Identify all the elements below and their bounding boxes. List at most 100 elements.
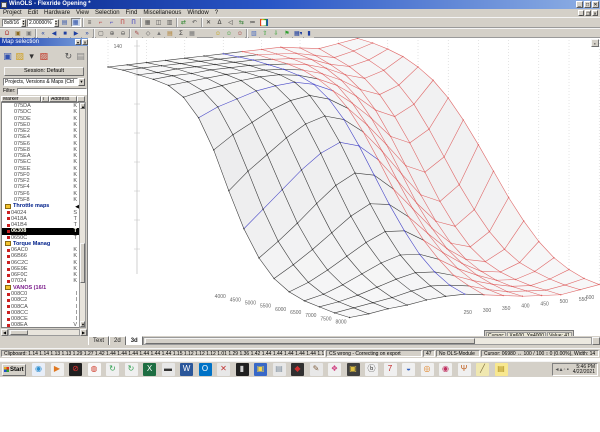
panel-horizontal-scrollbar[interactable]: ◀ ▶	[1, 329, 87, 336]
taskbar-console-icon[interactable]: ▮	[235, 363, 249, 376]
nav-next-button[interactable]: ▶	[71, 28, 81, 38]
tab-2d[interactable]: 2d	[109, 336, 126, 345]
map-2d-red-button[interactable]: ⌐	[95, 18, 106, 27]
chevron-down-icon[interactable]: ▼	[78, 78, 85, 86]
open-folder-button[interactable]: ▨	[14, 49, 26, 63]
scrollbar-thumb[interactable]	[10, 330, 28, 335]
taskbar-wrench-icon[interactable]: ╱	[476, 363, 489, 376]
mdi-close-button[interactable]: ✕	[592, 10, 598, 16]
list-button[interactable]: ≔	[247, 18, 258, 27]
increase-button[interactable]: ⇧	[260, 28, 270, 38]
taskbar-dark-app-icon[interactable]: ◆	[291, 363, 304, 376]
taskbar-media-icon[interactable]: ▶	[50, 363, 64, 376]
mdi-restore-button[interactable]: ❐	[585, 10, 591, 16]
menu-project[interactable]: Project	[0, 10, 25, 16]
taskbar-chrome-icon[interactable]: ◍	[87, 363, 101, 376]
tab-3d[interactable]: 3d	[125, 336, 143, 345]
scroll-left-icon[interactable]: ◀	[1, 329, 8, 336]
small-grid-button[interactable]: ▦	[187, 28, 197, 38]
table-button[interactable]: ▦	[142, 18, 153, 27]
scrollbar-thumb[interactable]	[80, 243, 85, 283]
menu-selection[interactable]: Selection	[92, 10, 123, 16]
scrollbar-thumb[interactable]	[144, 338, 475, 344]
zoom-spinner[interactable]: ▲ ▼	[53, 18, 59, 27]
scope-dropdown[interactable]: Projects, Versions & Maps (Ctrl ▼	[3, 78, 85, 86]
cut-button[interactable]: ✕	[203, 18, 214, 27]
nav-last-button[interactable]: »	[82, 28, 92, 38]
user-yellow-button[interactable]: ☺	[213, 28, 223, 38]
link-maps-button[interactable]: ⇄	[178, 18, 189, 27]
plot-horizontal-scrollbar[interactable]	[142, 337, 592, 345]
compare-button[interactable]: ⇆	[236, 18, 247, 27]
taskbar-outlook-icon[interactable]: O	[198, 363, 212, 376]
taskbar-folder-icon[interactable]: ▣	[254, 363, 267, 376]
taskbar-excel-icon[interactable]: X	[143, 363, 156, 376]
map-3d-view[interactable]: 140 4000 4500 5000 5500 6000 6500 7000 7500 8000 2…	[88, 38, 600, 336]
taskbar-red7-icon[interactable]: 7	[383, 363, 397, 376]
nav-first-button[interactable]: «	[38, 28, 48, 38]
panel-header[interactable]: Map selection ▾ ✕	[0, 38, 88, 46]
map-up-button[interactable]: ▲	[154, 28, 164, 38]
color-scale-button[interactable]: ▆	[258, 18, 269, 27]
select-area-button[interactable]: ▢	[96, 28, 106, 38]
scroll-right-icon[interactable]: ▶	[80, 329, 87, 336]
taskbar-browser-icon[interactable]: ◉	[32, 363, 45, 376]
taskbar-g-multi-icon[interactable]: ◉	[439, 363, 452, 376]
taskbar-sync2-icon[interactable]: ↻	[124, 363, 138, 376]
session-button[interactable]: Session: Default	[4, 67, 84, 76]
filter-input[interactable]	[16, 87, 87, 95]
taskbar-word-icon[interactable]: W	[180, 363, 193, 376]
view-3d-button[interactable]: ▦	[70, 18, 81, 27]
nav-prev-button[interactable]: ◀	[49, 28, 59, 38]
map-2d-blue-button[interactable]: ⌐	[106, 18, 117, 27]
nav-stop-button[interactable]: ■	[60, 28, 70, 38]
pane-split-button[interactable]: ▪	[591, 39, 599, 47]
tray-icon[interactable]: ▪	[567, 364, 569, 376]
minimize-button[interactable]: _	[576, 1, 583, 8]
decrease-button[interactable]: ⇩	[271, 28, 281, 38]
play-left-button[interactable]: ◁	[225, 18, 236, 27]
menu-window[interactable]: Window	[184, 10, 211, 16]
block-button[interactable]: ▮	[304, 28, 314, 38]
edit-folder-button[interactable]: ▤	[74, 49, 87, 63]
taskbar-blue-circle-icon[interactable]: ◒	[402, 363, 415, 376]
tray-icon[interactable]: ◦	[563, 364, 565, 376]
taskbar-tool-icon[interactable]: ▬	[161, 363, 175, 376]
taskbar-notes-icon[interactable]: ▤	[272, 363, 286, 376]
user-red-button[interactable]: ☺	[235, 28, 245, 38]
taskbar-orange-circle-icon[interactable]: ◎	[420, 363, 434, 376]
taskbar-pen-icon[interactable]: ✎	[309, 363, 323, 376]
menu-edit[interactable]: Edit	[25, 10, 41, 16]
palette-button[interactable]: ▧	[249, 28, 259, 38]
taskbar-person-icon[interactable]: Ψ	[457, 363, 471, 376]
zoom-out-button[interactable]: ⊖	[118, 28, 128, 38]
text-view-button[interactable]: ≡	[84, 18, 95, 27]
menu-view[interactable]: View	[73, 10, 92, 16]
map-row[interactable]: 008EA V	[2, 322, 79, 327]
start-button[interactable]: Start	[2, 363, 26, 376]
table-columns-button[interactable]: ◫	[153, 18, 164, 27]
panel-pin-button[interactable]: ▾	[75, 39, 81, 45]
tray-icon[interactable]: ◂	[555, 364, 558, 376]
undo-button[interactable]: ↶	[189, 18, 200, 27]
taskbar-b-circle-icon[interactable]: ⓑ	[365, 363, 378, 376]
checksum-button[interactable]: Ω	[2, 28, 12, 38]
open-folder-drop-button[interactable]: ▾	[26, 49, 38, 63]
map-size-combo[interactable]: 8x8/16 ▲ ▼	[2, 18, 27, 27]
tray-icon[interactable]: ▴	[559, 364, 562, 376]
zoom-in-button[interactable]: ⊕	[107, 28, 117, 38]
scroll-down-icon[interactable]: ▼	[80, 321, 85, 327]
flag-button[interactable]: ⚑	[282, 28, 292, 38]
delta-button[interactable]: Δ	[214, 18, 225, 27]
taskbar-yellow-window-icon[interactable]: ▤	[494, 363, 508, 376]
mdi-minimize-button[interactable]: _	[578, 10, 584, 16]
maximize-button[interactable]: □	[584, 1, 591, 8]
taskbar-sync1-icon[interactable]: ↻	[106, 363, 119, 376]
map-size-spinner[interactable]: ▲ ▼	[21, 18, 27, 27]
menu-miscellaneous[interactable]: Miscellaneous	[140, 10, 184, 16]
user-green-button[interactable]: ☺	[224, 28, 234, 38]
import-folder-button[interactable]: ▨	[38, 49, 50, 63]
open-version-button[interactable]: ▣	[13, 28, 23, 38]
taskbar-blocked-icon[interactable]: ⊘	[69, 363, 82, 376]
close-button[interactable]: ✕	[592, 1, 599, 8]
